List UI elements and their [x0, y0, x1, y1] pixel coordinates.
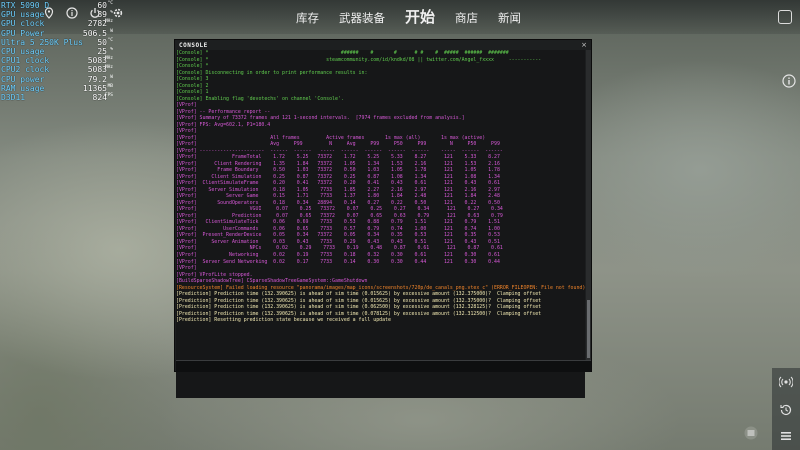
window-toggle-icon[interactable] — [778, 10, 792, 24]
osd-row: GPU usage 89% — [1, 10, 113, 20]
settings-sliders-icon[interactable] — [744, 426, 760, 442]
osd-row: CPU2 clock 5083 MHz — [1, 65, 113, 75]
close-icon[interactable]: × — [581, 41, 587, 49]
nav-item-loadout[interactable]: 武器装备 — [339, 10, 385, 26]
osd-row: CPU1 clock 5083 MHz — [1, 56, 113, 66]
nav-item-inventory[interactable]: 库存 — [296, 10, 319, 26]
osd-row: GPU Power 506.5 W — [1, 28, 113, 38]
console-line: [Prediction] Prediction time (132.390625… — [176, 291, 542, 298]
main-nav: 库存 武器装备 开始 商店 新闻 — [296, 6, 521, 27]
osd-row: RTX 5090 D 60 °C — [1, 1, 113, 10]
osd-row: CPU power 79.2 W — [1, 74, 113, 84]
osd-row: RAM usage 11365 MB — [1, 83, 113, 93]
settings-gear-icon[interactable] — [111, 6, 125, 20]
console-input[interactable] — [176, 360, 591, 372]
console-line: [Prediction] Prediction time (132.390625… — [176, 304, 542, 311]
console-line: [Console] * steamcommunity.com/id/kndkd/… — [176, 56, 542, 63]
console-title: CONSOLE — [179, 42, 208, 49]
console-log[interactable]: [Console] * ###### # # # # # ##### #####… — [176, 50, 585, 398]
console-scrollbar[interactable] — [586, 50, 591, 360]
broadcast-icon[interactable] — [778, 374, 794, 390]
info-circle-icon[interactable] — [782, 74, 798, 90]
right-rail — [772, 368, 800, 450]
nav-item-store[interactable]: 商店 — [455, 10, 478, 26]
console-window[interactable]: CONSOLE × [Console] * ###### # # # # # #… — [174, 39, 592, 398]
performance-overlay: RTX 5090 D 60 °C GPU usage 89% GPU clock 278… — [1, 1, 113, 102]
osd-row: Ultra 5 250K Plus 50 °C — [1, 37, 113, 47]
console-line: [Prediction] Resetting prediction state … — [176, 317, 391, 324]
scrollbar-thumb[interactable] — [587, 300, 590, 358]
history-icon[interactable] — [778, 402, 794, 418]
nav-item-news[interactable]: 新闻 — [498, 10, 521, 26]
osd-row: D3D11 824 FPS — [1, 92, 113, 102]
nav-item-play[interactable]: 开始 — [405, 6, 435, 27]
menu-list-icon[interactable] — [778, 428, 794, 444]
osd-row: CPU usage 25% — [1, 46, 113, 56]
osd-row: GPU clock 2782 MHz — [1, 19, 113, 29]
